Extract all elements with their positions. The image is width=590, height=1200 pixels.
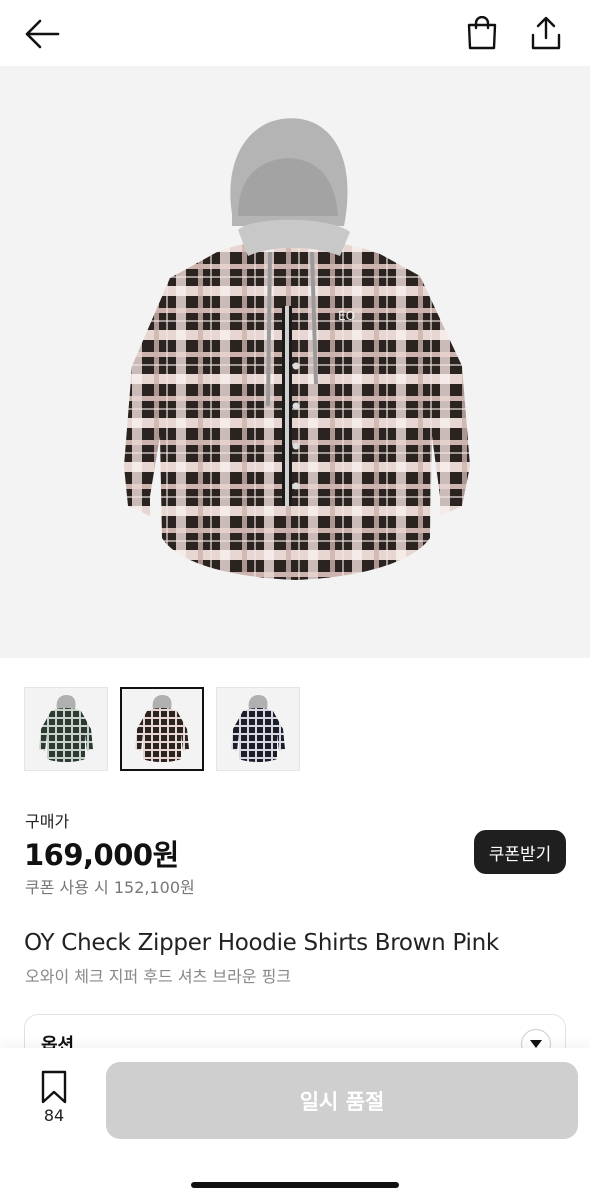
thumbnail-green[interactable] [24, 687, 108, 771]
product-subtitle: 오와이 체크 지퍼 후드 셔츠 브라운 핑크 [25, 967, 292, 986]
bottom-action-bar: 84 일시 품절 [0, 1048, 590, 1200]
price-label: 구매가 [25, 812, 70, 831]
thumbnail-image [135, 695, 189, 762]
get-coupon-button[interactable]: 쿠폰받기 [474, 830, 566, 874]
shopping-bag-button[interactable] [462, 12, 502, 54]
plaid-hoodie-shirt-image: EO [124, 118, 470, 580]
thumbnail-brown-pink[interactable] [120, 687, 204, 771]
thumbnail-image [39, 695, 93, 762]
thumbnail-strip [24, 687, 300, 771]
bookmark-icon [41, 1070, 67, 1104]
share-button[interactable] [526, 12, 566, 54]
coupon-price: 쿠폰 사용 시 152,100원 [25, 878, 195, 897]
svg-text:EO: EO [338, 309, 355, 323]
thumbnail-navy[interactable] [216, 687, 300, 771]
wishlist-button[interactable]: 84 [36, 1070, 72, 1130]
top-navigation-bar [0, 0, 590, 66]
home-indicator [191, 1182, 399, 1188]
thumbnail-image [231, 695, 285, 762]
back-button[interactable] [20, 14, 64, 54]
shopping-bag-icon [467, 16, 497, 50]
product-main-image[interactable]: EO [0, 66, 590, 658]
arrow-left-icon [25, 19, 60, 49]
sold-out-button[interactable]: 일시 품절 [106, 1062, 578, 1139]
wishlist-count: 84 [43, 1106, 65, 1125]
product-title: OY Check Zipper Hoodie Shirts Brown Pink [24, 930, 499, 956]
product-price: 169,000원 [24, 838, 179, 872]
share-icon [531, 16, 561, 50]
